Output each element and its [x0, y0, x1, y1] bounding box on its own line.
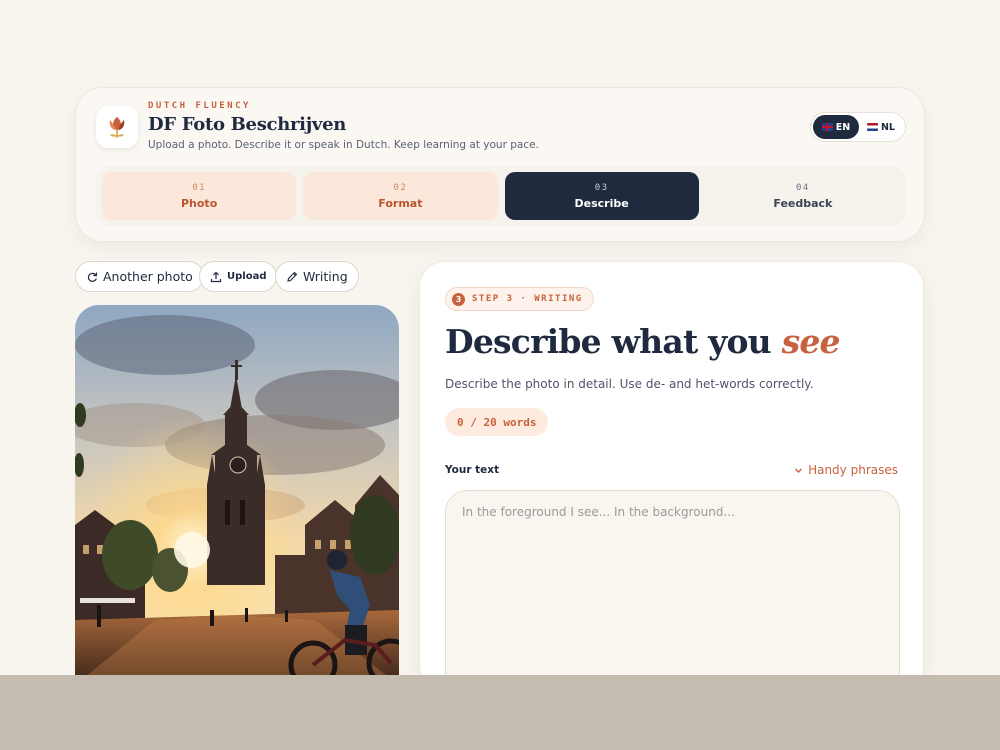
header-card: DUTCH FLUENCY DF Foto Beschrijven Upload…: [75, 87, 925, 242]
handy-phrases-toggle[interactable]: Handy phrases: [794, 463, 898, 477]
bottom-overlay-bar: [0, 675, 1000, 750]
step-number: 04: [795, 182, 810, 193]
upload-button[interactable]: Upload: [199, 261, 278, 292]
uploaded-photo: [75, 305, 399, 685]
brand-eyebrow: DUTCH FLUENCY: [148, 101, 251, 111]
step-photo[interactable]: 01 Photo: [102, 172, 297, 220]
step-number: 02: [393, 182, 408, 193]
word-counter-badge: 0 / 20 words: [445, 408, 549, 436]
step-tabs: 01 Photo 02 Format 03 Describe 04 Feedba…: [96, 166, 906, 226]
tulip-logo-icon: [96, 106, 138, 148]
your-text-label: Your text: [445, 464, 500, 476]
lang-en-label: EN: [835, 121, 851, 133]
writing-mode-button[interactable]: Writing: [275, 261, 359, 292]
writing-card: 3 STEP 3 · WRITING Describe what you see…: [419, 261, 924, 692]
nl-flag-icon: [866, 123, 878, 131]
description-textarea[interactable]: [445, 490, 900, 692]
step-number-dot: 3: [452, 292, 465, 306]
lang-nl-label: NL: [880, 121, 895, 133]
step-feedback[interactable]: 04 Feedback: [706, 172, 900, 220]
upload-icon: [210, 271, 222, 282]
step-label: Photo: [180, 196, 218, 210]
page-title: Describe what you see: [445, 322, 841, 361]
step-format[interactable]: 02 Format: [303, 172, 498, 220]
pencil-icon: [287, 271, 298, 282]
step-number: 03: [594, 182, 609, 193]
upload-label: Upload: [227, 271, 267, 282]
page-title-main: Describe what you: [445, 322, 782, 361]
step-indicator-label: STEP 3 · WRITING: [472, 294, 583, 304]
step-indicator-badge: 3 STEP 3 · WRITING: [445, 287, 594, 311]
handy-phrases-label: Handy phrases: [808, 463, 898, 477]
app-title: DF Foto Beschrijven: [148, 114, 347, 135]
uk-flag-icon: [821, 123, 833, 131]
lang-nl-button[interactable]: NL: [859, 115, 903, 139]
step-label: Describe: [574, 196, 629, 210]
another-photo-label: Another photo: [103, 269, 193, 284]
writing-label: Writing: [303, 269, 348, 284]
chevron-down-icon: [795, 468, 803, 473]
refresh-icon: [87, 271, 98, 282]
instructions-text: Describe the photo in detail. Use de- an…: [445, 377, 814, 391]
language-switch: EN NL: [810, 112, 906, 142]
lang-en-button[interactable]: EN: [813, 115, 859, 139]
another-photo-button[interactable]: Another photo: [75, 261, 204, 292]
step-label: Feedback: [773, 196, 833, 210]
step-number: 01: [192, 182, 207, 193]
app-subtitle: Upload a photo. Describe it or speak in …: [148, 139, 539, 151]
page-title-accent: see: [781, 322, 841, 361]
step-label: Format: [378, 196, 423, 210]
step-describe[interactable]: 03 Describe: [504, 172, 699, 220]
